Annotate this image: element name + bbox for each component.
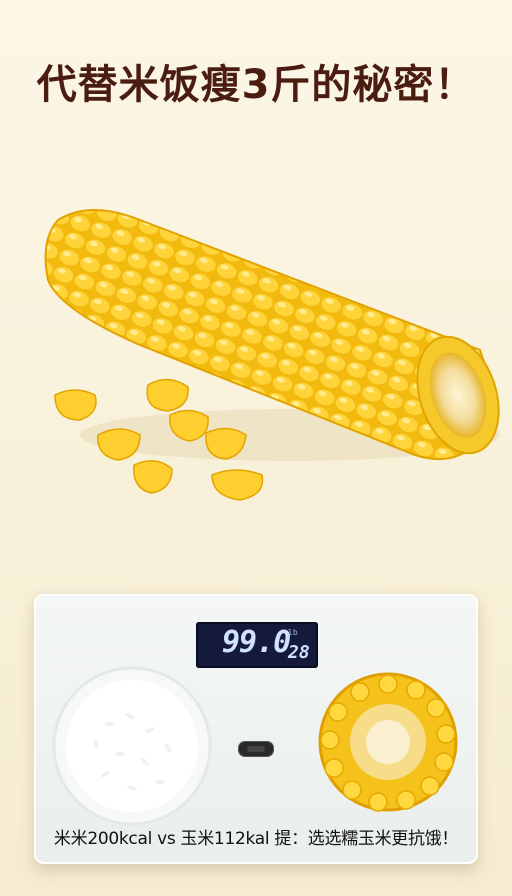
corn-illustration [44,209,500,501]
scale-sub-reading: 28 [288,642,310,663]
rice-bowl-icon [52,666,212,826]
scale-display: 99.0 lb 28 [196,622,318,668]
scale-weight-reading: 99.0 [222,625,291,660]
comparison-caption: 米米200kcal vs 玉米112kal 提：选选糯玉米更抗饿！ [53,829,459,849]
scale-unit-label: lb [288,628,298,637]
headline-title: 代替米饭瘦3斤的秘密！ [36,62,476,108]
corn-slice-icon [318,672,458,812]
scale-power-button[interactable] [238,741,274,757]
